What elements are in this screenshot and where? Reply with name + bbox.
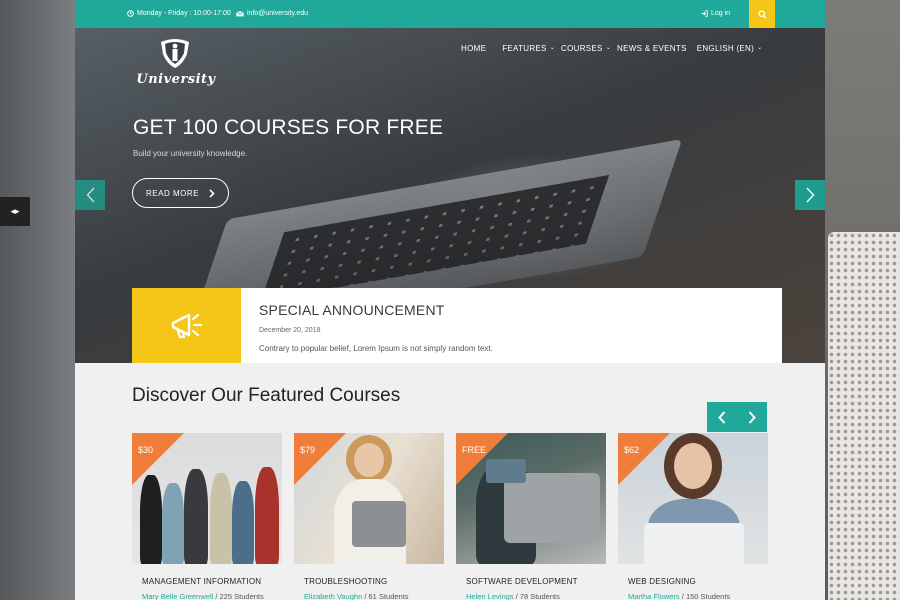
hero-prev-button[interactable] [75,180,105,210]
course-teacher-link[interactable]: Martha Flowers [628,592,680,600]
course-price: $30 [138,445,154,455]
course-card[interactable]: FREE SOFTWARE DEVELOPMENT Helen Levings … [456,433,606,600]
clock-icon [127,10,134,17]
login-link[interactable]: Log in [701,10,730,17]
website: Monday - Friday : 10:00-17:00 info@unive… [75,0,825,600]
hero-next-button[interactable] [795,180,825,210]
course-price: FREE [462,445,487,455]
price-ribbon [618,433,670,485]
course-title: WEB DESIGNING [628,577,696,586]
envelope-icon [236,10,244,16]
announcement-date: December 20, 2018 [259,327,321,334]
course-title: MANAGEMENT INFORMATION [142,577,262,586]
background-left [0,0,75,600]
site-logo[interactable]: University [135,38,217,88]
course-students: 78 Students [519,592,560,600]
course-students: 225 Students [219,592,264,600]
announcement-icon-box [132,288,241,363]
course-title: TROUBLESHOOTING [304,577,388,586]
course-teacher-link[interactable]: Helen Levings [466,592,514,600]
chevron-right-icon [806,187,814,203]
arrows-icon: ◂▸ [10,206,20,216]
price-ribbon [294,433,346,485]
main-navigation: HOME FEATURES ⌄ COURSES ⌄ NEWS & EVENTS EN… [461,44,778,53]
course-meta: Helen Levings / 78 Students [466,592,560,600]
shield-logo-icon [161,39,189,68]
chevron-down-icon: ⌄ [549,44,556,51]
course-price: $62 [624,445,640,455]
announcement-content: SPECIAL ANNOUNCEMENT December 20, 2018 C… [241,288,493,363]
nav-language[interactable]: ENGLISH (EN) ⌄ [697,44,763,53]
price-ribbon [456,433,508,485]
course-meta: Martha Flowers / 150 Students [628,592,731,600]
hero-subtitle: Build your university knowledge. [133,149,248,158]
course-carousel-nav [707,402,767,432]
course-image: $30 [132,433,282,564]
course-image: $62 [618,433,768,564]
megaphone-icon [171,313,202,338]
course-meta: Mary Belle Greenwell / 225 Students [142,592,264,600]
chevron-right-icon [209,188,215,198]
course-title: SOFTWARE DEVELOPMENT [466,577,578,586]
search-icon [757,9,767,19]
nav-news-events[interactable]: NEWS & EVENTS [617,44,687,53]
search-button[interactable] [749,0,775,28]
price-ribbon [132,433,184,485]
hero-title: GET 100 COURSES FOR FREE [133,116,444,139]
side-panel-toggle[interactable]: ◂▸ [0,197,30,226]
contact-email[interactable]: info@university.edu [236,10,308,17]
featured-courses-heading: Discover Our Featured Courses [132,385,401,406]
course-image: $79 [294,433,444,564]
chevron-down-icon: ⌄ [605,44,612,51]
course-card[interactable]: $79 TROUBLESHOOTING Elizabeth Vaughn / 6… [294,433,444,600]
top-bar: Monday - Friday : 10:00-17:00 info@unive… [75,0,825,28]
course-image: FREE [456,433,606,564]
course-students: 61 Students [368,592,409,600]
chevron-right-icon [748,410,756,424]
announcement-title: SPECIAL ANNOUNCEMENT [259,302,445,318]
course-teacher-link[interactable]: Mary Belle Greenwell [142,592,213,600]
nav-courses[interactable]: COURSES ⌄ [561,44,611,53]
course-card[interactable]: $30 MANAGEMENT INFORMATION Mary Belle Gr… [132,433,282,600]
background-right [825,0,900,600]
decorative-vase [828,232,900,600]
courses-prev-button[interactable] [707,402,737,432]
opening-hours: Monday - Friday : 10:00-17:00 [127,10,231,17]
courses-next-button[interactable] [737,402,767,432]
course-price: $79 [300,445,316,455]
read-more-button[interactable]: READ MORE [132,178,229,208]
nav-features[interactable]: FEATURES ⌄ [502,44,555,53]
announcement-text: Contrary to popular belief, Lorem Ipsum … [259,344,493,353]
sign-in-icon [701,10,708,17]
nav-home[interactable]: HOME [461,44,486,53]
chevron-left-icon [86,187,94,203]
chevron-down-icon: ⌄ [757,44,763,51]
course-meta: Elizabeth Vaughn / 61 Students [304,592,409,600]
course-card[interactable]: $62 WEB DESIGNING Martha Flowers / 150 S… [618,433,768,600]
course-students: 150 Students [685,592,731,600]
special-announcement[interactable]: SPECIAL ANNOUNCEMENT December 20, 2018 C… [132,288,782,363]
chevron-left-icon [718,410,726,424]
course-teacher-link[interactable]: Elizabeth Vaughn [304,592,362,600]
